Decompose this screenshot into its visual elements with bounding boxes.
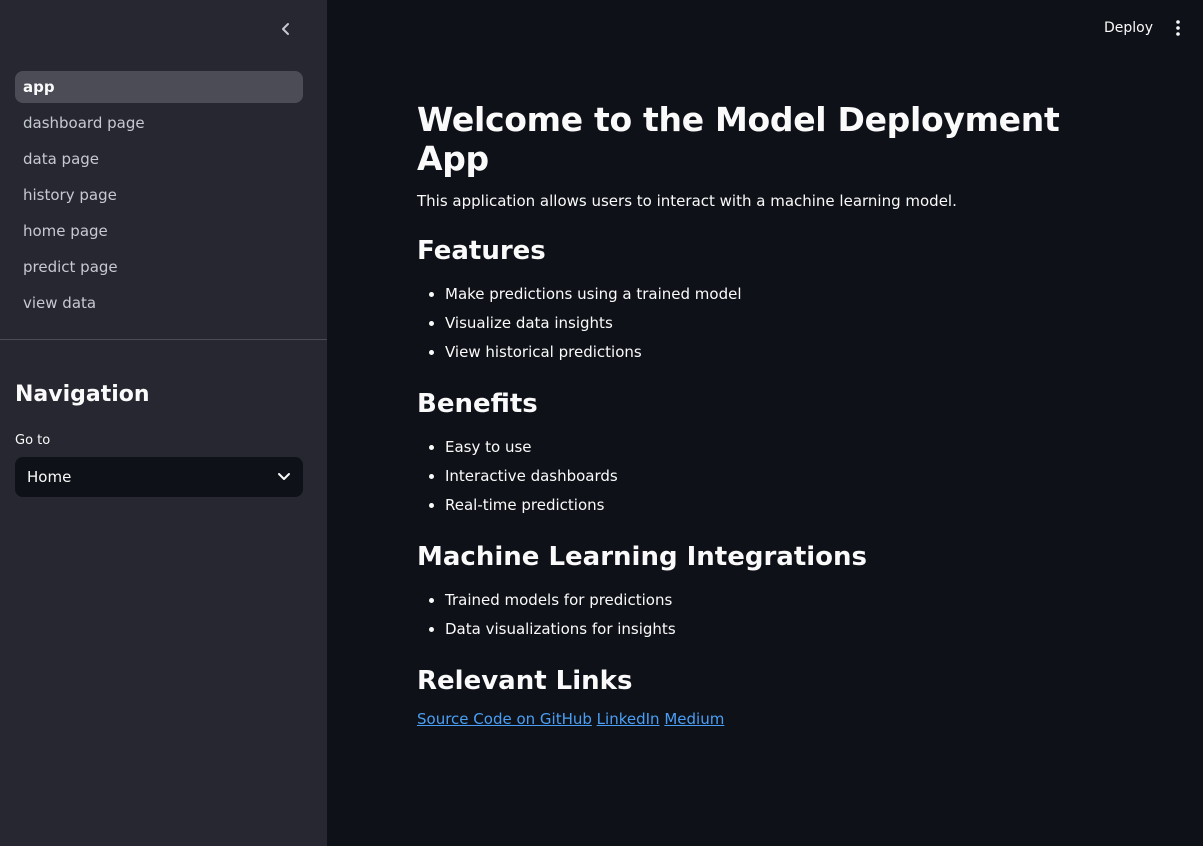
sidebar-item-label: home page [23, 222, 108, 240]
list-item: Real-time predictions [445, 491, 1117, 520]
sidebar-item-data-page[interactable]: data page [15, 143, 303, 175]
sidebar-divider [0, 339, 327, 340]
links-row: Source Code on GitHub LinkedIn Medium [417, 710, 1117, 728]
select-label: Go to [15, 433, 51, 448]
linkedin-link[interactable]: LinkedIn [597, 710, 660, 728]
sidebar-item-app[interactable]: app [15, 71, 303, 103]
features-list: Make predictions using a trained model V… [417, 280, 1117, 367]
kebab-menu-icon[interactable] [1171, 18, 1185, 38]
chevron-down-icon [277, 468, 291, 486]
list-item: Trained models for predictions [445, 586, 1117, 615]
list-item: Interactive dashboards [445, 462, 1117, 491]
list-item: Visualize data insights [445, 309, 1117, 338]
app-window: app dashboard page data page history pag… [0, 0, 1203, 846]
medium-link[interactable]: Medium [664, 710, 724, 728]
sidebar-heading: Navigation [15, 382, 150, 407]
intro-text: This application allows users to interac… [417, 192, 957, 210]
sidebar-item-label: data page [23, 150, 100, 168]
github-link[interactable]: Source Code on GitHub [417, 710, 592, 728]
sidebar-nav: app dashboard page data page history pag… [15, 71, 303, 323]
sidebar-item-label: view data [23, 294, 97, 312]
list-item: Easy to use [445, 433, 1117, 462]
section-heading-ml-integrations: Machine Learning Integrations [417, 542, 868, 572]
sidebar-item-view-data[interactable]: view data [15, 287, 303, 319]
sidebar-item-label: dashboard page [23, 114, 145, 132]
sidebar-item-history-page[interactable]: history page [15, 179, 303, 211]
section-heading-benefits: Benefits [417, 389, 538, 419]
list-item: Data visualizations for insights [445, 615, 1117, 644]
list-item: Make predictions using a trained model [445, 280, 1117, 309]
sidebar-item-label: app [23, 78, 55, 96]
ml-integrations-list: Trained models for predictions Data visu… [417, 586, 1117, 644]
benefits-list: Easy to use Interactive dashboards Real-… [417, 433, 1117, 520]
page-select-value: Home [27, 468, 72, 486]
sidebar-item-label: history page [23, 186, 117, 204]
sidebar-item-dashboard-page[interactable]: dashboard page [15, 107, 303, 139]
sidebar-item-label: predict page [23, 258, 118, 276]
list-item: View historical predictions [445, 338, 1117, 367]
section-heading-features: Features [417, 236, 546, 266]
section-heading-relevant-links: Relevant Links [417, 666, 633, 696]
sidebar: app dashboard page data page history pag… [0, 0, 327, 846]
sidebar-item-predict-page[interactable]: predict page [15, 251, 303, 283]
page-body: Welcome to the Model Deployment App This… [417, 100, 1117, 728]
page-title: Welcome to the Model Deployment App [417, 100, 1060, 178]
deploy-button[interactable]: Deploy [1104, 20, 1153, 36]
main-content: Deploy Welcome to the Model Deployment A… [327, 0, 1203, 846]
sidebar-item-home-page[interactable]: home page [15, 215, 303, 247]
chevron-left-icon[interactable] [275, 18, 297, 40]
top-toolbar: Deploy [1104, 0, 1203, 56]
page-select[interactable]: Home [15, 457, 303, 497]
